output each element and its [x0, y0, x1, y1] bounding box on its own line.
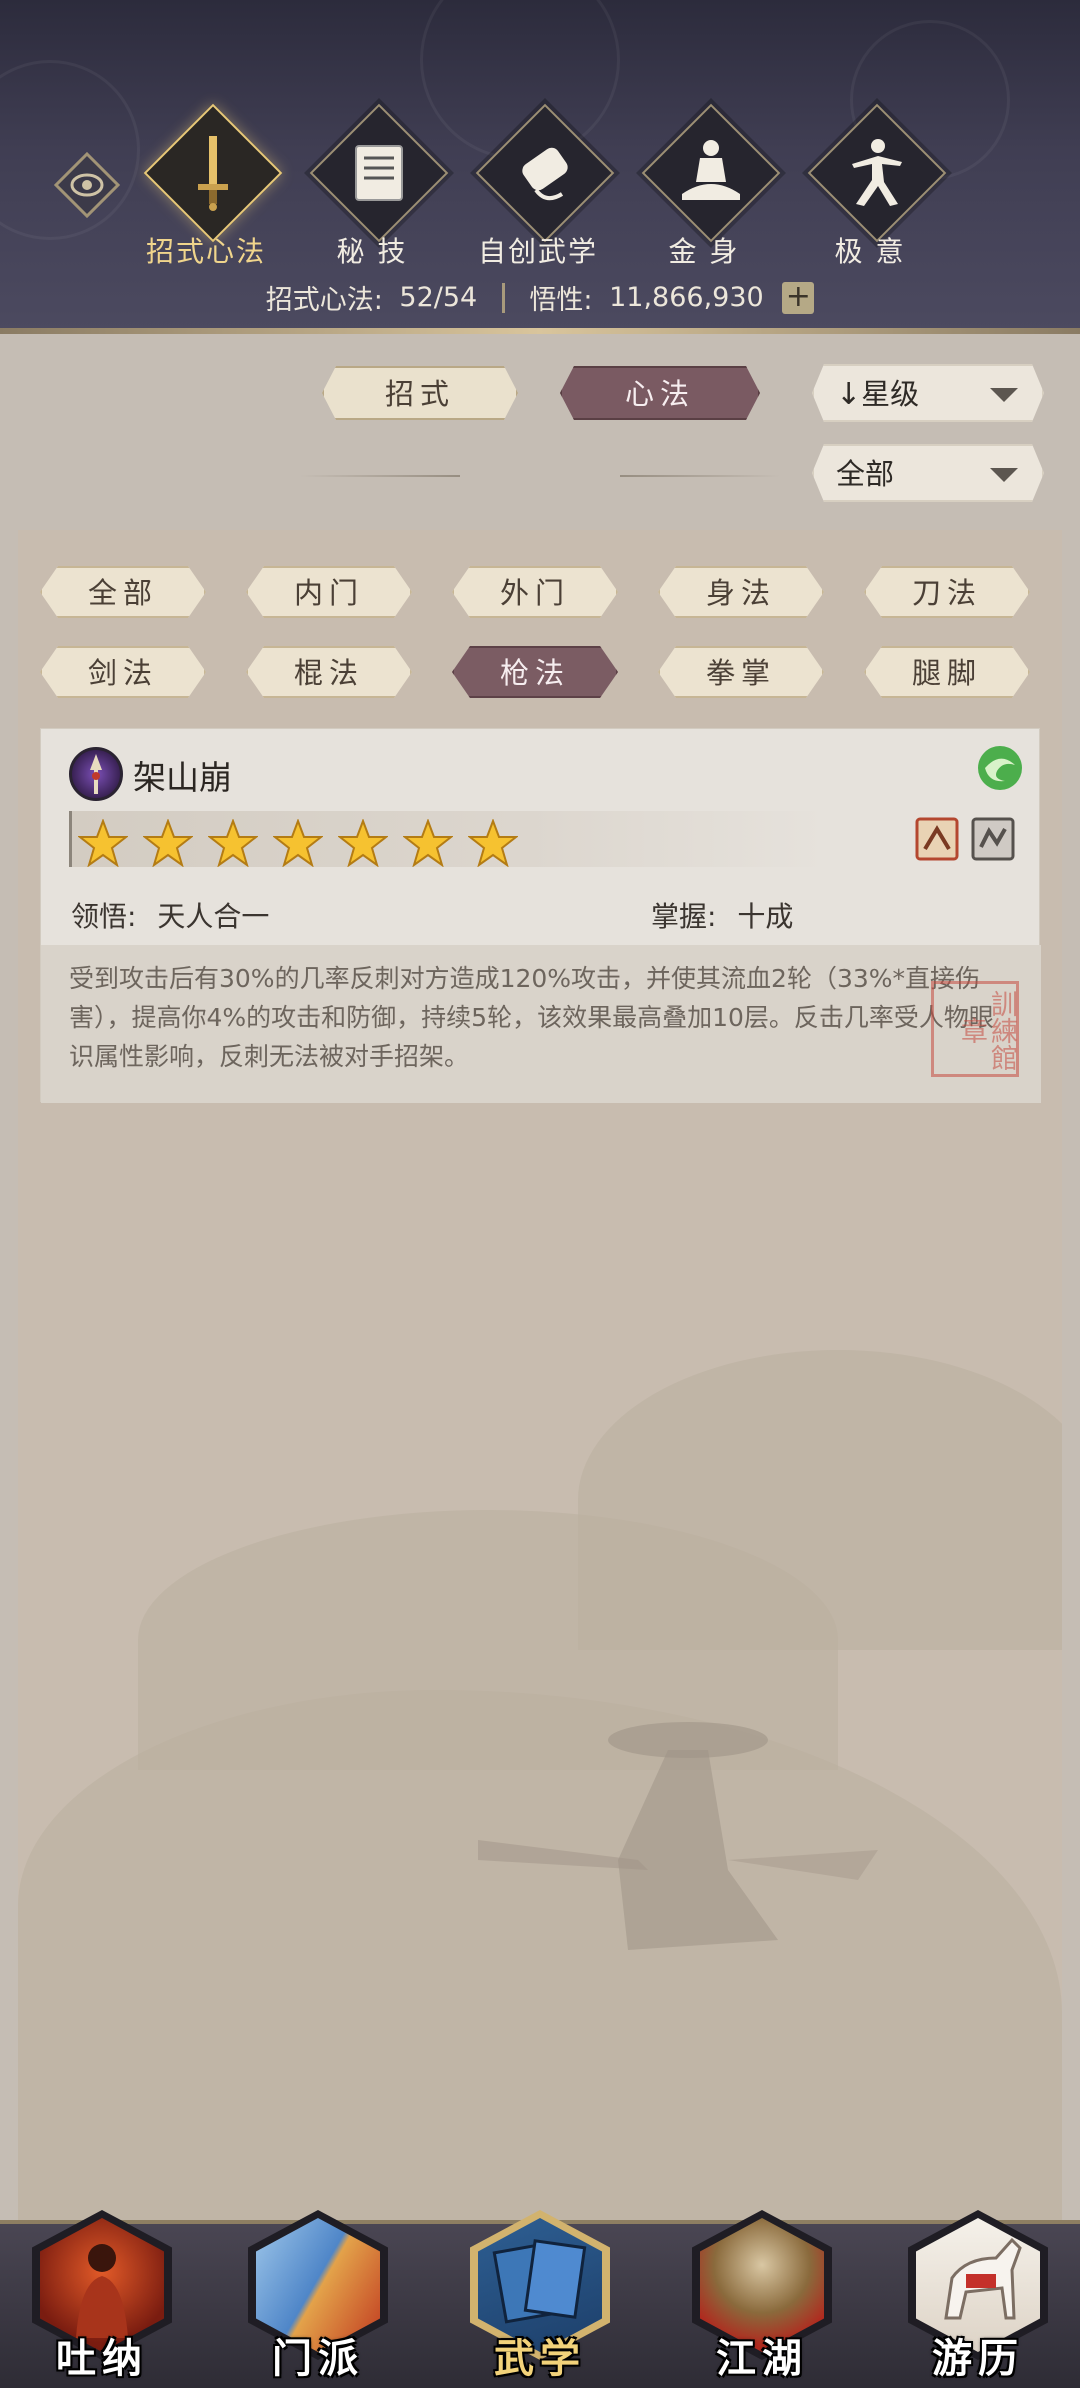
seal-stamp: 訓練館章: [931, 981, 1019, 1077]
header-divider: [0, 328, 1080, 334]
nav-jianghu[interactable]: 江湖: [682, 2210, 842, 2388]
collection-label: 招式心法:: [265, 285, 383, 316]
sort-value: 星级: [861, 377, 920, 411]
meditation-icon: [682, 140, 740, 200]
tab-label: 极 意: [834, 235, 906, 268]
skill-name: 架山崩: [133, 758, 232, 797]
attack-attribute-icon: [915, 817, 959, 861]
filter-outer[interactable]: 外门: [452, 566, 618, 618]
star-icon: [143, 819, 193, 867]
tab-ultimate-intent[interactable]: 极 意: [800, 103, 947, 270]
sort-dropdown[interactable]: ↓星级: [812, 364, 1044, 422]
tab-secret-skills[interactable]: 秘 技: [302, 103, 449, 270]
skill-description-text: 受到攻击后有30%的几率反刺对方造成120%攻击，并使其流血2轮（33%*直接伤…: [69, 964, 994, 1071]
tab-label: 金 身: [668, 235, 740, 268]
star-icon: [273, 819, 323, 867]
nav-label: 游历: [932, 2336, 1024, 2382]
tab-golden-body[interactable]: 金 身: [634, 103, 781, 270]
filter-sword[interactable]: 剑法: [40, 646, 206, 698]
tab-label: 自创武学: [477, 235, 598, 268]
sort-arrow-icon: ↓: [836, 377, 862, 412]
skill-description: 訓練館章 受到攻击后有30%的几率反刺对方造成120%攻击，并使其流血2轮（33…: [41, 945, 1041, 1103]
tab-label: 秘 技: [336, 235, 408, 268]
chevron-down-icon: [990, 388, 1018, 402]
nav-travel[interactable]: 游历: [898, 2210, 1058, 2388]
comprehension-label: 领悟:: [71, 900, 137, 933]
filter-spear[interactable]: 枪法: [452, 646, 618, 698]
toggle-mind-button[interactable]: 心法: [560, 366, 760, 420]
filter-staff[interactable]: 棍法: [246, 646, 412, 698]
insight-value: 11,866,930: [609, 282, 764, 313]
collection-value: 52/54: [399, 282, 478, 313]
martial-stance-icon: [852, 139, 902, 206]
defense-attribute-icon: [971, 817, 1015, 861]
mastery-value: 十成: [737, 900, 794, 933]
top-header: 招式心法 秘 技 自创武学 金 身 极 意 招式心法: 52/54 悟性: 11…: [0, 0, 1080, 334]
mastery-label: 掌握:: [651, 900, 717, 933]
nav-label: 门派: [272, 2336, 364, 2382]
toggle-moves-button[interactable]: 招式: [322, 366, 518, 420]
star-rating: [69, 811, 829, 867]
star-icon: [403, 819, 453, 867]
filter-all[interactable]: 全部: [40, 566, 206, 618]
filter-blade[interactable]: 刀法: [864, 566, 1030, 618]
comprehension-row: 领悟: 天人合一: [71, 895, 269, 935]
scope-value: 全部: [836, 457, 895, 491]
star-icon: [338, 819, 388, 867]
filter-fist[interactable]: 拳掌: [658, 646, 824, 698]
comprehension-value: 天人合一: [157, 900, 270, 933]
tab-label: 招式心法: [145, 235, 266, 268]
tab-custom-martial[interactable]: 自创武学: [468, 103, 615, 270]
filter-movement[interactable]: 身法: [658, 566, 824, 618]
sword-icon: [198, 136, 228, 211]
star-icon: [468, 819, 518, 867]
chevron-down-icon: [990, 468, 1018, 482]
tab-moves-mind[interactable]: 招式心法: [136, 103, 283, 270]
decorative-line: [620, 475, 780, 477]
spear-icon: [69, 747, 123, 801]
star-icon: [208, 819, 258, 867]
mastery-row: 掌握: 十成: [651, 895, 793, 935]
nav-breathing[interactable]: 吐纳: [22, 2210, 182, 2388]
filter-leg[interactable]: 腿脚: [864, 646, 1030, 698]
nav-sect[interactable]: 门派: [238, 2210, 398, 2388]
nav-label: 江湖: [716, 2336, 808, 2382]
scroll-icon: [522, 147, 568, 201]
insight-label: 悟性:: [529, 285, 593, 316]
skill-list-panel: 全部 内门 外门 身法 刀法 剑法 棍法 枪法 拳掌 腿脚 架山崩 领悟: 天人…: [18, 530, 1062, 2220]
star-icon: [78, 819, 128, 867]
add-insight-button[interactable]: +: [782, 281, 815, 314]
bottom-navigation: 吐纳 门派 武学 江湖 游历: [0, 2210, 1080, 2388]
filter-inner[interactable]: 内门: [246, 566, 412, 618]
nav-label: 武学: [494, 2336, 586, 2382]
nav-label: 吐纳: [56, 2336, 148, 2382]
wanderer-silhouette-icon: [478, 1722, 878, 1950]
stats-bar: 招式心法: 52/54 悟性: 11,866,930 +: [0, 278, 1080, 326]
eye-icon: [53, 151, 121, 219]
scope-dropdown[interactable]: 全部: [812, 444, 1044, 502]
divider: [501, 282, 505, 313]
decorative-line: [300, 475, 460, 477]
view-toggle-button[interactable]: [53, 151, 121, 219]
nav-martial-arts[interactable]: 武学: [460, 2210, 620, 2388]
swirl-element-icon: [978, 746, 1022, 790]
skill-card[interactable]: 架山崩 领悟: 天人合一 掌握: 十成 訓練館章 受到攻击后有30%的几率反刺对…: [40, 728, 1041, 1103]
book-icon: [355, 145, 403, 201]
